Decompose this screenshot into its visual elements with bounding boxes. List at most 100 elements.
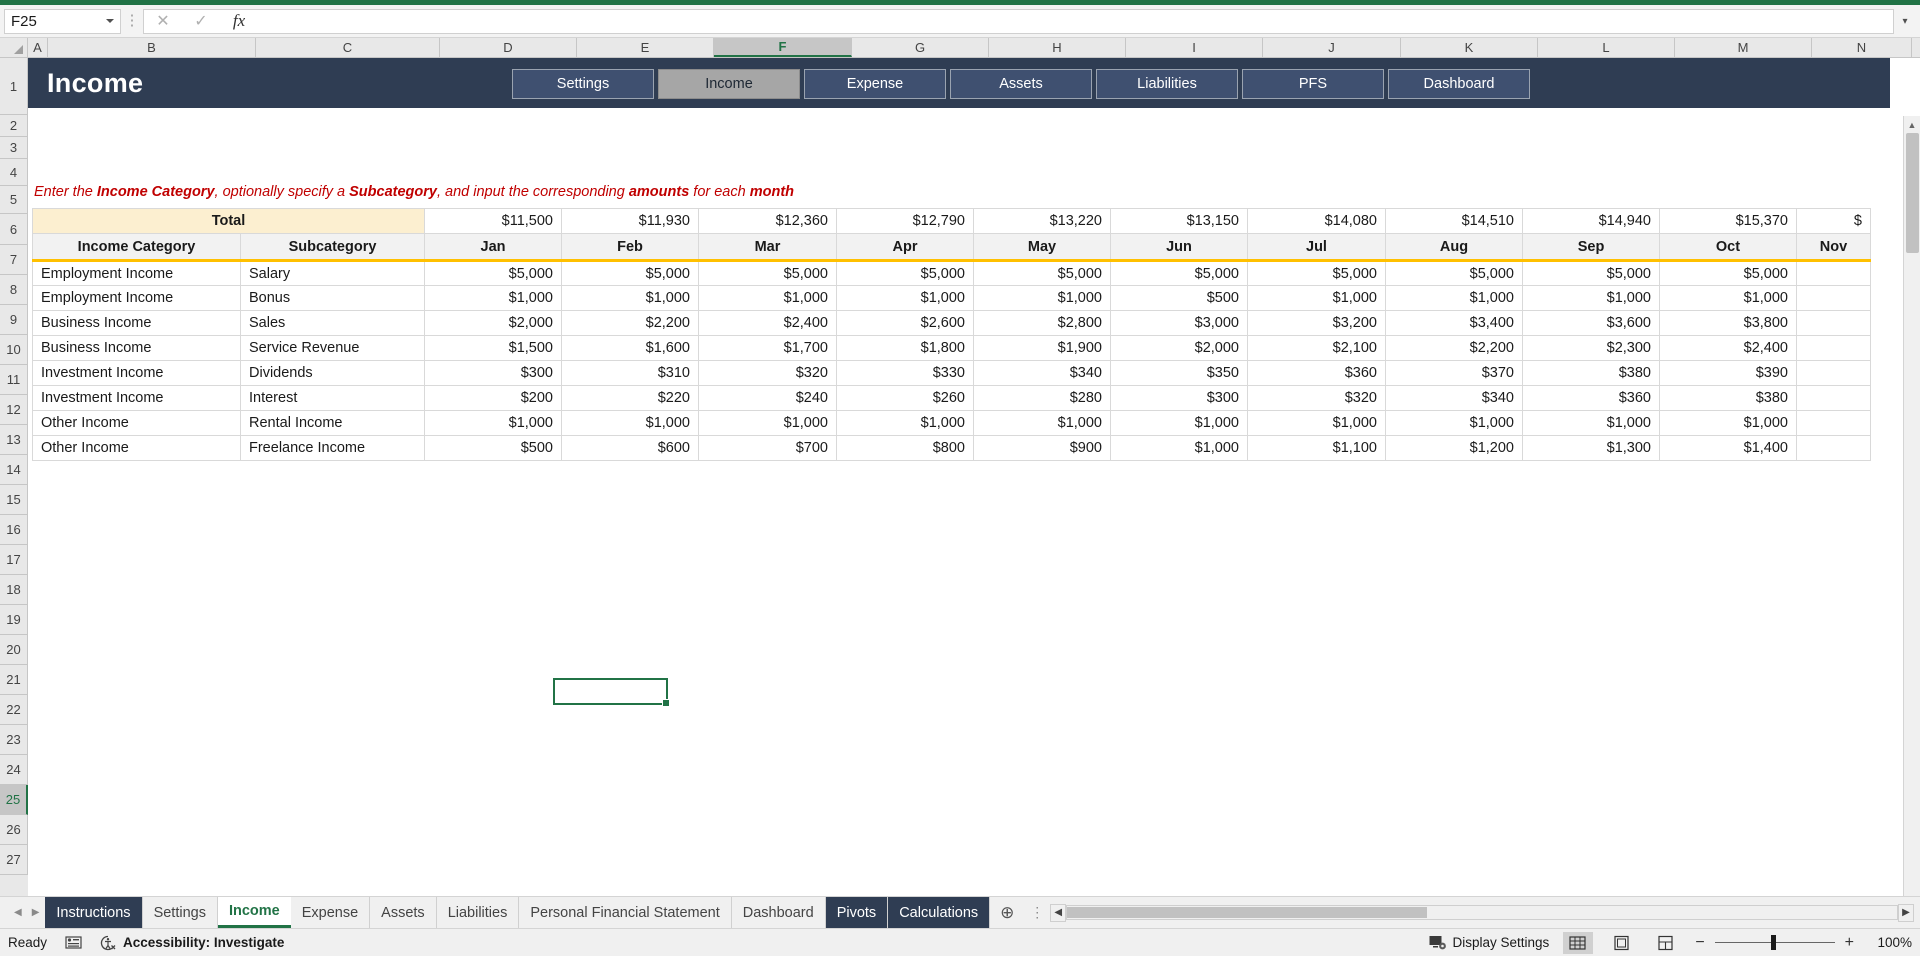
row-header-10[interactable]: 10 bbox=[0, 335, 28, 365]
column-header-m[interactable]: M bbox=[1675, 38, 1812, 57]
row-header-15[interactable]: 15 bbox=[0, 485, 28, 515]
cell-amount-apr[interactable]: $260 bbox=[836, 385, 974, 411]
cell-amount-feb[interactable]: $1,000 bbox=[561, 285, 699, 311]
cell-amount-jan[interactable]: $1,500 bbox=[424, 335, 562, 361]
sheet-nav-arrows[interactable]: ◀ ▶ bbox=[8, 897, 45, 928]
cell-subcategory[interactable]: Rental Income bbox=[240, 410, 425, 436]
row-header-20[interactable]: 20 bbox=[0, 635, 28, 665]
zoom-level-label[interactable]: 100% bbox=[1868, 935, 1912, 950]
cell-amount-jul[interactable]: $1,000 bbox=[1247, 410, 1386, 436]
cell-amount-jan[interactable]: $300 bbox=[424, 360, 562, 386]
column-header-l[interactable]: L bbox=[1538, 38, 1675, 57]
cell-amount-oct[interactable]: $5,000 bbox=[1659, 260, 1797, 286]
cell-amount-sep[interactable]: $3,600 bbox=[1522, 310, 1660, 336]
cell-amount-oct[interactable]: $380 bbox=[1659, 385, 1797, 411]
cell-amount-aug[interactable]: $1,000 bbox=[1385, 410, 1523, 436]
column-header-n[interactable]: N bbox=[1812, 38, 1912, 57]
cell-amount-jun[interactable]: $350 bbox=[1110, 360, 1248, 386]
formula-bar-overflow-icon[interactable]: ⋮ bbox=[121, 13, 143, 28]
cell-amount-jun[interactable]: $1,000 bbox=[1110, 410, 1248, 436]
scroll-right-icon[interactable]: ▶ bbox=[1898, 903, 1914, 922]
row-header-19[interactable]: 19 bbox=[0, 605, 28, 635]
name-box[interactable]: F25 bbox=[4, 8, 121, 34]
total-feb[interactable]: $11,930 bbox=[561, 208, 699, 234]
chevron-down-icon[interactable] bbox=[106, 19, 114, 23]
column-header-e[interactable]: E bbox=[577, 38, 714, 57]
cell-amount-nov[interactable] bbox=[1796, 360, 1871, 386]
row-header-3[interactable]: 3 bbox=[0, 137, 28, 159]
row-header-6[interactable]: 6 bbox=[0, 214, 28, 245]
row-header-22[interactable]: 22 bbox=[0, 695, 28, 725]
cell-amount-aug[interactable]: $1,000 bbox=[1385, 285, 1523, 311]
total-may[interactable]: $13,220 bbox=[973, 208, 1111, 234]
cell-amount-jun[interactable]: $500 bbox=[1110, 285, 1248, 311]
cell-amount-oct[interactable]: $1,400 bbox=[1659, 435, 1797, 461]
cell-amount-mar[interactable]: $240 bbox=[698, 385, 837, 411]
cell-category[interactable]: Investment Income bbox=[32, 385, 241, 411]
formula-input[interactable] bbox=[258, 8, 1894, 34]
cell-amount-apr[interactable]: $5,000 bbox=[836, 260, 974, 286]
cell-subcategory[interactable]: Salary bbox=[240, 260, 425, 286]
cell-amount-oct[interactable]: $1,000 bbox=[1659, 410, 1797, 436]
row-header-16[interactable]: 16 bbox=[0, 515, 28, 545]
column-header-a[interactable]: A bbox=[28, 38, 48, 57]
total-mar[interactable]: $12,360 bbox=[698, 208, 837, 234]
page-layout-view-button[interactable] bbox=[1607, 932, 1637, 954]
chevron-down-icon[interactable]: ▾ bbox=[1894, 9, 1916, 34]
cell-amount-sep[interactable]: $5,000 bbox=[1522, 260, 1660, 286]
total-nov[interactable]: $ bbox=[1796, 208, 1871, 234]
horizontal-scroll-thumb[interactable] bbox=[1067, 907, 1428, 918]
zoom-in-button[interactable]: + bbox=[1845, 934, 1854, 952]
vertical-scroll-thumb[interactable] bbox=[1906, 133, 1919, 253]
cell-amount-jul[interactable]: $360 bbox=[1247, 360, 1386, 386]
cell-amount-nov[interactable] bbox=[1796, 285, 1871, 311]
cell-amount-nov[interactable] bbox=[1796, 260, 1871, 286]
row-header-11[interactable]: 11 bbox=[0, 365, 28, 395]
column-header-h[interactable]: H bbox=[989, 38, 1126, 57]
sheet-tab-instructions[interactable]: Instructions bbox=[45, 897, 143, 928]
cell-amount-apr[interactable]: $1,800 bbox=[836, 335, 974, 361]
sheet-tab-income[interactable]: Income bbox=[217, 897, 291, 928]
cell-amount-mar[interactable]: $2,400 bbox=[698, 310, 837, 336]
cell-amount-may[interactable]: $1,000 bbox=[973, 410, 1111, 436]
add-sheet-icon[interactable]: ⊕ bbox=[990, 897, 1024, 928]
cell-amount-aug[interactable]: $3,400 bbox=[1385, 310, 1523, 336]
cell-amount-jan[interactable]: $200 bbox=[424, 385, 562, 411]
cell-amount-oct[interactable]: $3,800 bbox=[1659, 310, 1797, 336]
worksheet-canvas[interactable]: Income Settings Income Expense Assets Li… bbox=[28, 58, 1920, 896]
zoom-track[interactable] bbox=[1714, 935, 1835, 950]
total-apr[interactable]: $12,790 bbox=[836, 208, 974, 234]
sheet-tab-dashboard[interactable]: Dashboard bbox=[732, 897, 826, 928]
row-header-25[interactable]: 25 bbox=[0, 785, 28, 815]
row-header-21[interactable]: 21 bbox=[0, 665, 28, 695]
cell-subcategory[interactable]: Bonus bbox=[240, 285, 425, 311]
check-icon[interactable]: ✓ bbox=[182, 10, 220, 33]
cell-amount-sep[interactable]: $360 bbox=[1522, 385, 1660, 411]
cell-amount-jan[interactable]: $2,000 bbox=[424, 310, 562, 336]
accessibility-status[interactable]: Accessibility: Investigate bbox=[100, 935, 284, 951]
cell-category[interactable]: Employment Income bbox=[32, 260, 241, 286]
cell-category[interactable]: Employment Income bbox=[32, 285, 241, 311]
sheet-tab-calculations[interactable]: Calculations bbox=[888, 897, 991, 928]
cell-amount-apr[interactable]: $2,600 bbox=[836, 310, 974, 336]
cell-amount-apr[interactable]: $1,000 bbox=[836, 285, 974, 311]
sheet-tab-liabilities[interactable]: Liabilities bbox=[437, 897, 520, 928]
cell-amount-sep[interactable]: $1,300 bbox=[1522, 435, 1660, 461]
cell-amount-apr[interactable]: $1,000 bbox=[836, 410, 974, 436]
cell-subcategory[interactable]: Service Revenue bbox=[240, 335, 425, 361]
nav-button-pfs[interactable]: PFS bbox=[1242, 69, 1384, 99]
column-header-i[interactable]: I bbox=[1126, 38, 1263, 57]
row-header-2[interactable]: 2 bbox=[0, 115, 28, 137]
cell-amount-jan[interactable]: $5,000 bbox=[424, 260, 562, 286]
row-header-13[interactable]: 13 bbox=[0, 425, 28, 455]
cell-amount-may[interactable]: $900 bbox=[973, 435, 1111, 461]
cell-amount-jun[interactable]: $5,000 bbox=[1110, 260, 1248, 286]
cell-category[interactable]: Business Income bbox=[32, 310, 241, 336]
cell-amount-nov[interactable] bbox=[1796, 410, 1871, 436]
cell-amount-may[interactable]: $2,800 bbox=[973, 310, 1111, 336]
column-header-k[interactable]: K bbox=[1401, 38, 1538, 57]
cell-amount-aug[interactable]: $340 bbox=[1385, 385, 1523, 411]
cell-amount-may[interactable]: $280 bbox=[973, 385, 1111, 411]
row-header-24[interactable]: 24 bbox=[0, 755, 28, 785]
column-header-b[interactable]: B bbox=[48, 38, 256, 57]
